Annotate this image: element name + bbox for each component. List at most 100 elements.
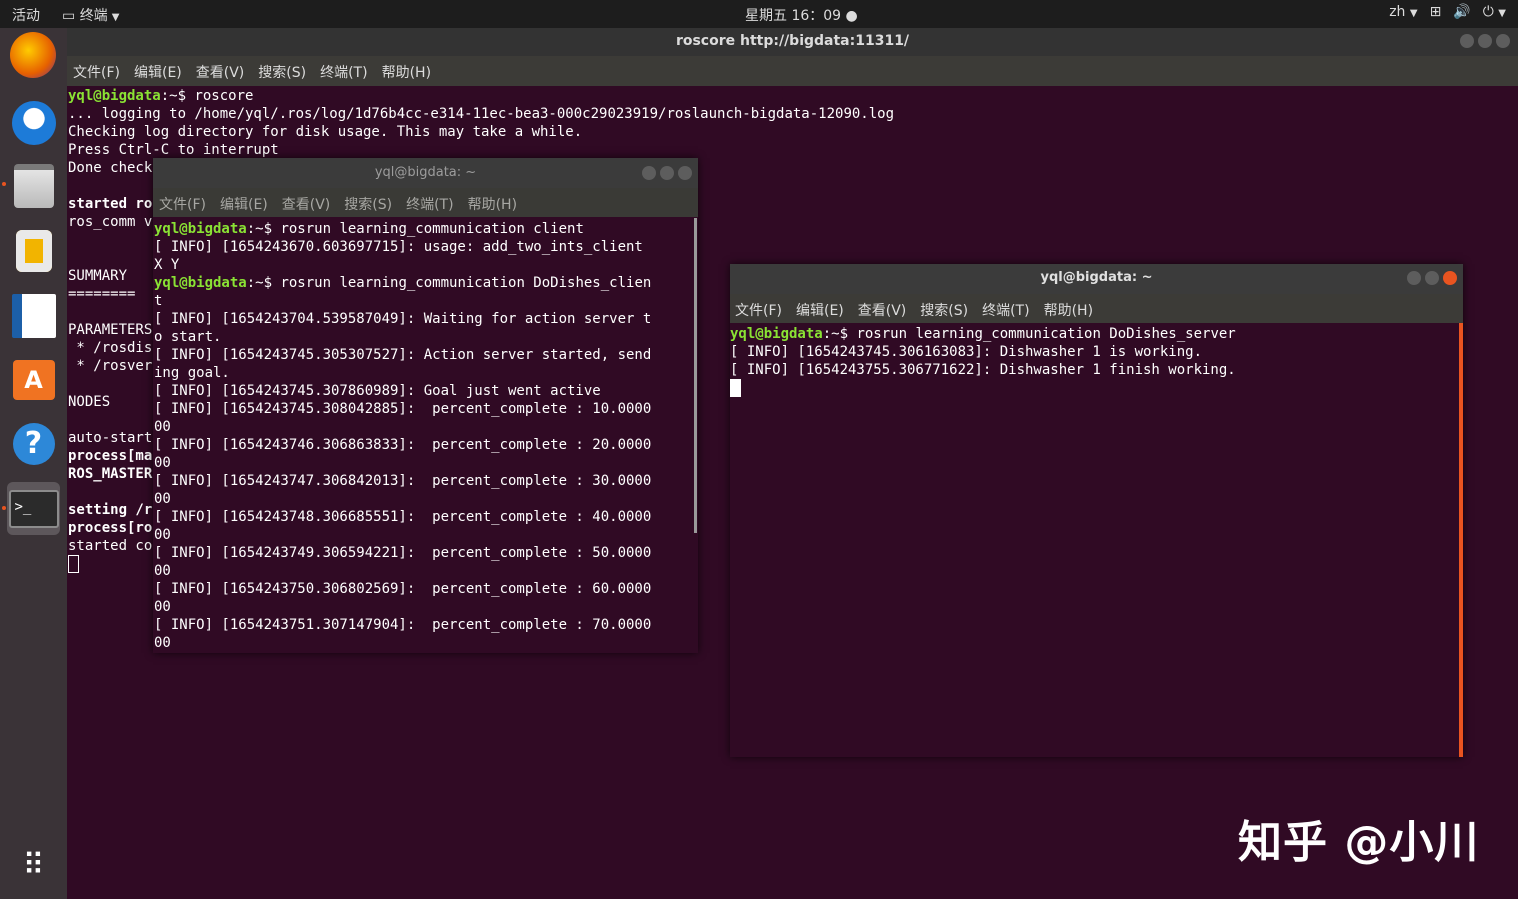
close-button[interactable] [1443,271,1457,285]
clock[interactable]: 星期五 16：09 ● [745,5,858,25]
prompt-user: yql@bigdata [154,221,247,237]
window-title: roscore http://bigdata:11311/ [67,28,1518,56]
terminal-line: [ INFO] [1654243670.603697715]: usage: a… [154,238,651,256]
minimize-button[interactable] [642,166,656,180]
terminal-line: yql@bigdata:~$ rosrun learning_communica… [730,325,1236,343]
terminal-line: [ INFO] [1654243746.306863833]: percent_… [154,436,651,454]
output-text: 00 [154,599,171,615]
output-text: setting /r [68,502,153,518]
output-text: rosrun learning_communication DoDishes_c… [280,275,652,291]
terminal-line: [ INFO] [1654243745.305307527]: Action s… [154,346,651,364]
maximize-button[interactable] [1425,271,1439,285]
top-bar: 活动 ▭ 终端 ▼ 星期五 16：09 ● zh ▼ ⊞ 🔊 ⏻ ▼ [0,0,1518,28]
menu-item[interactable]: 文件(F) [159,194,206,214]
activities-button[interactable]: 活动 [12,5,40,25]
output-text: [ INFO] [1654243745.306163083]: Dishwash… [730,344,1203,360]
menu-item[interactable]: 查看(V) [858,300,907,320]
terminal-line: t [154,292,651,310]
client-terminal-window[interactable]: yql@bigdata: ~ 文件(F) 编辑(E) 查看(V) 搜索(S) 终端(T)… [153,158,698,653]
show-applications-icon[interactable]: ⠿ [7,839,60,892]
app-menu-label: 终端 [79,8,108,24]
minimize-button[interactable] [1460,34,1474,48]
text-cursor [68,555,79,573]
output-text: 00 [154,419,171,435]
writer-icon[interactable] [7,289,60,342]
menu-item[interactable]: 终端(T) [406,194,453,214]
output-text: process[ro [68,520,153,536]
terminal-line: [ INFO] [1654243755.306771622]: Dishwash… [730,361,1236,379]
close-button[interactable] [1496,34,1510,48]
terminal-line: X Y [154,256,651,274]
terminal-line: [ INFO] [1654243704.539587049]: Waiting … [154,310,651,328]
menu-item[interactable]: 文件(F) [735,300,782,320]
menu-item[interactable]: 编辑(E) [134,62,182,82]
terminal-line: 00 [154,454,651,472]
output-text: X Y [154,257,180,273]
close-button[interactable] [678,166,692,180]
output-text: [ INFO] [1654243670.603697715]: usage: a… [154,239,643,255]
output-text: [ INFO] [1654243747.306842013]: percent_… [154,473,652,489]
firefox-icon[interactable] [10,32,56,78]
output-text: [ INFO] [1654243745.308042885]: percent_… [154,401,652,417]
menu-item[interactable]: 编辑(E) [796,300,844,320]
menu-item[interactable]: 终端(T) [982,300,1029,320]
files-icon[interactable] [7,159,60,212]
output-text: [ INFO] [1654243755.306771622]: Dishwash… [730,362,1236,378]
rhythmbox-icon[interactable] [7,224,60,277]
terminal-output[interactable]: yql@bigdata:~$ rosrun learning_communica… [154,220,651,652]
help-icon[interactable]: ? [7,417,60,470]
menu-item[interactable]: 搜索(S) [344,194,392,214]
output-text: [ INFO] [1654243750.306802569]: percent_… [154,581,652,597]
maximize-button[interactable] [660,166,674,180]
dock: A ? >_ ⠿ [0,28,67,899]
scrollbar[interactable] [694,218,697,533]
chevron-down-icon: ▼ [1409,8,1418,19]
menu-item[interactable]: 帮助(H) [1044,300,1093,320]
menu-item[interactable]: 文件(F) [73,62,120,82]
maximize-button[interactable] [1478,34,1492,48]
terminal-line: [ INFO] [1654243747.306842013]: percent_… [154,472,651,490]
output-text: 00 [154,635,171,651]
app-menu[interactable]: ▭ 终端 ▼ [62,5,119,25]
system-tray[interactable]: zh ▼ ⊞ 🔊 ⏻ ▼ [1389,4,1506,20]
output-text: SUMMARY [68,268,128,284]
volume-icon[interactable]: 🔊 [1453,4,1470,20]
output-text: Press Ctrl-C to interrupt [68,142,279,158]
menu-bar: 文件(F) 编辑(E) 查看(V) 搜索(S) 终端(T) 帮助(H) [67,56,1518,86]
menu-item[interactable]: 终端(T) [320,62,367,82]
terminal-line: yql@bigdata:~$ rosrun learning_communica… [154,220,651,238]
output-text: [ INFO] [1654243751.307147904]: percent_… [154,617,652,633]
prompt-path: :~$ [160,88,195,104]
network-icon[interactable]: ⊞ [1430,4,1442,20]
menu-item[interactable]: 查看(V) [196,62,245,82]
scrollbar[interactable] [1459,323,1463,757]
output-text: ROS_MASTER [68,466,153,482]
terminal-line: ... logging to /home/yql/.ros/log/1d76b4… [68,105,894,123]
output-text: [ INFO] [1654243749.306594221]: percent_… [154,545,652,561]
running-indicator [2,506,6,510]
terminal-line: 00 [154,526,651,544]
menu-item[interactable]: 帮助(H) [468,194,517,214]
output-text: rosrun learning_communication client [280,221,584,237]
power-icon[interactable]: ⏻ ▼ [1483,4,1506,20]
output-text: started co [68,538,153,554]
menu-item[interactable]: 搜索(S) [920,300,968,320]
terminal-output[interactable]: yql@bigdata:~$ rosrun learning_communica… [730,325,1236,397]
software-icon[interactable]: A [7,353,60,406]
thunderbird-icon[interactable] [7,96,60,149]
terminal-line: o start. [154,328,651,346]
minimize-button[interactable] [1407,271,1421,285]
prompt-user: yql@bigdata [154,275,247,291]
prompt-user: yql@bigdata [68,88,161,104]
prompt-path: :~$ [246,221,281,237]
menu-item[interactable]: 搜索(S) [258,62,306,82]
output-text: [ INFO] [1654243748.306685551]: percent_… [154,509,652,525]
terminal-icon[interactable]: >_ [7,482,60,535]
output-text: [ INFO] [1654243745.307860989]: Goal jus… [154,383,601,399]
server-terminal-window[interactable]: yql@bigdata: ~ 文件(F) 编辑(E) 查看(V) 搜索(S) 终端(T)… [730,264,1463,757]
menu-item[interactable]: 编辑(E) [220,194,268,214]
menu-item[interactable]: 帮助(H) [382,62,431,82]
menu-item[interactable]: 查看(V) [282,194,331,214]
terminal-line: 00 [154,562,651,580]
language-indicator[interactable]: zh ▼ [1389,4,1417,20]
